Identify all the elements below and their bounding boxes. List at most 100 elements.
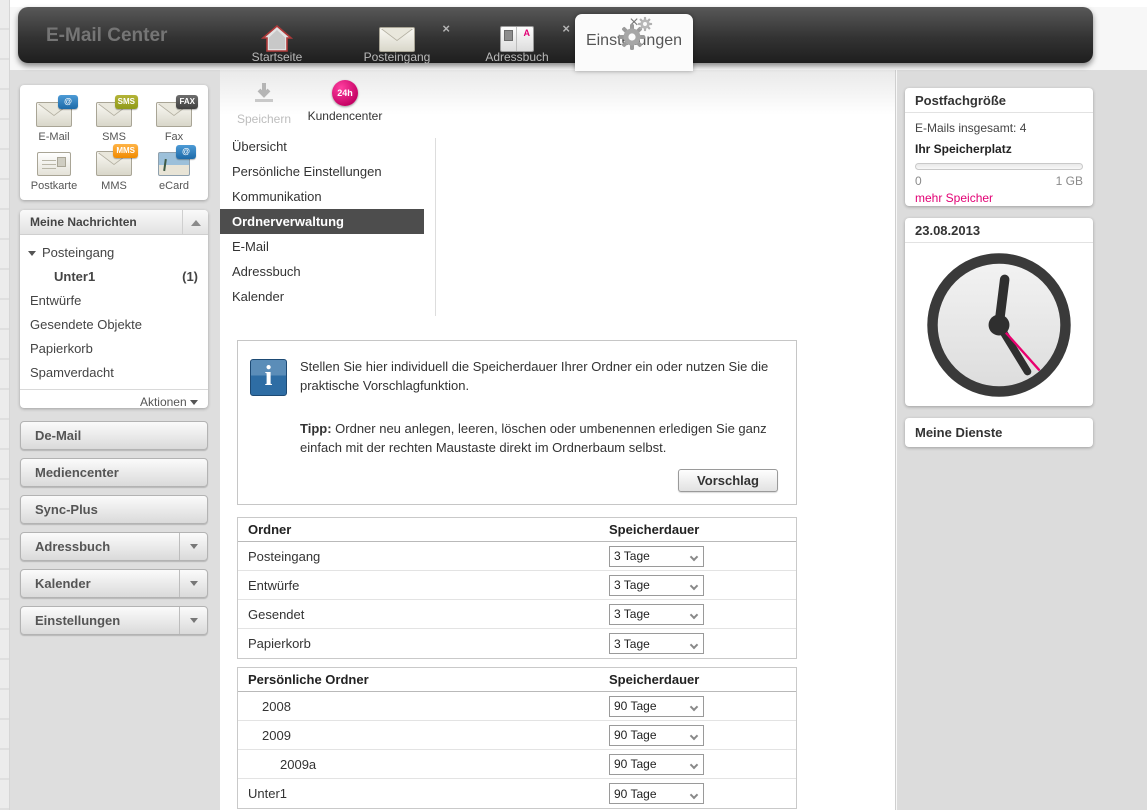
folder-name: Posteingang — [248, 548, 321, 564]
speicherdauer-select-2009[interactable]: 90 Tage — [609, 724, 704, 746]
unread-count: (1) — [182, 269, 198, 284]
table-row: 2009a 90 Tage — [238, 750, 796, 779]
arrow-down-icon — [190, 400, 198, 406]
mehr-speicher-link[interactable]: mehr Speicher — [915, 191, 1083, 205]
dropdown-toggle[interactable] — [179, 533, 207, 560]
tab-einstellungen-active[interactable]: × Einstellungen — [575, 14, 693, 71]
speicherdauer-select-entwuerfe[interactable]: 3 Tage — [609, 574, 704, 596]
column-header-persoenliche-ordner: Persönliche Ordner — [248, 672, 369, 687]
einstellungen-button[interactable]: Einstellungen — [20, 606, 208, 635]
speicherdauer-select[interactable]: 3 Tage — [609, 574, 704, 596]
compose-sms[interactable]: SMS SMS — [84, 93, 144, 143]
table-header: Ordner Speicherdauer — [238, 518, 796, 542]
speicherdauer-select-gesendet[interactable]: 3 Tage — [609, 603, 704, 625]
folder-name: Unter1 — [248, 786, 288, 801]
folder-name: Gesendet — [248, 606, 305, 622]
speicherdauer-select[interactable]: 90 Tage — [609, 753, 704, 775]
compose-postkarte[interactable]: Postkarte — [24, 143, 84, 192]
folder-posteingang[interactable]: Posteingang — [20, 241, 208, 265]
compose-email[interactable]: @ E-Mail — [24, 93, 84, 143]
collapse-panel-button[interactable] — [182, 210, 208, 235]
adressbuch-button[interactable]: Adressbuch — [20, 532, 208, 561]
compose-fax[interactable]: FAX Fax — [144, 93, 204, 143]
fax-icon: FAX — [156, 94, 198, 127]
kundencenter-label: Kundencenter — [307, 109, 383, 123]
app-title: E-Mail Center — [46, 25, 168, 46]
speicherdauer-select-2008[interactable]: 90 Tage — [609, 695, 704, 717]
kalender-button[interactable]: Kalender — [20, 569, 208, 598]
column-header-speicherdauer: Speicherdauer — [609, 672, 700, 687]
storage-progress-bar — [915, 163, 1083, 170]
speicherdauer-select[interactable]: 3 Tage — [609, 603, 704, 625]
speicherdauer-select-papierkorb[interactable]: 3 Tage — [609, 633, 704, 654]
nav-item-email[interactable]: E-Mail — [220, 234, 424, 259]
nav-item-kommunikation[interactable]: Kommunikation — [220, 184, 424, 209]
save-button[interactable]: Speichern — [234, 82, 294, 126]
date-label: 23.08.2013 — [905, 218, 1093, 243]
folder-name: 2009a — [280, 756, 317, 772]
info-tip: Tipp: Ordner neu anlegen, leeren, lösche… — [300, 419, 780, 457]
compose-ecard[interactable]: @ eCard — [144, 143, 204, 192]
storage-range: 0 1 GB — [915, 174, 1083, 188]
folder-unter1[interactable]: Unter1 (1) — [20, 265, 208, 289]
main-content-panel: Speichern 24h Kundencenter Übersicht Per… — [220, 70, 896, 810]
speicherdauer-select[interactable]: 90 Tage — [609, 724, 704, 746]
folder-name: 2008 — [262, 698, 291, 714]
nav-item-adressbuch[interactable]: Adressbuch — [220, 259, 424, 284]
folder-entwuerfe[interactable]: Entwürfe — [20, 289, 208, 313]
expander-icon[interactable] — [28, 251, 36, 256]
folder-spamverdacht[interactable]: Spamverdacht — [20, 361, 208, 385]
download-arrow-icon — [255, 83, 273, 102]
tab-startseite[interactable]: Startseite — [222, 14, 332, 70]
speicherdauer-select-posteingang[interactable]: 3 Tage — [609, 545, 704, 567]
mediencenter-button[interactable]: Mediencenter — [20, 458, 208, 487]
vorschlag-button[interactable]: Vorschlag — [678, 469, 778, 492]
kundencenter-button[interactable]: 24h Kundencenter — [302, 80, 388, 123]
range-min: 0 — [915, 174, 922, 188]
tab-label: Posteingang — [363, 50, 431, 64]
nav-item-uebersicht[interactable]: Übersicht — [220, 134, 424, 159]
panel-title: Meine Dienste — [915, 425, 1003, 440]
speicherdauer-select-2009a[interactable]: 90 Tage — [609, 753, 704, 775]
folder-tree: Posteingang Unter1 (1) Entwürfe Gesendete… — [20, 235, 208, 385]
nav-item-kalender[interactable]: Kalender — [220, 284, 424, 309]
tip-text: Ordner neu anlegen, leeren, löschen oder… — [300, 421, 767, 455]
range-max: 1 GB — [1055, 174, 1083, 188]
folder-name: Papierkorb — [248, 636, 311, 651]
arrow-up-icon — [191, 220, 201, 226]
table-row: Gesendet 3 Tage — [238, 600, 796, 629]
info-text: Stellen Sie hier individuell die Speiche… — [300, 359, 769, 393]
header-bar: E-Mail Center Startseite × Posteingang × — [18, 7, 1093, 64]
sms-icon: SMS — [96, 94, 138, 127]
speicherdauer-select[interactable]: 3 Tage — [609, 545, 704, 567]
tab-posteingang[interactable]: × Posteingang — [342, 14, 452, 70]
speicherdauer-select-unter1[interactable]: 90 Tage — [609, 783, 704, 804]
table-row: Entwürfe 3 Tage — [238, 571, 796, 600]
column-header-speicherdauer: Speicherdauer — [609, 522, 700, 537]
folder-gesendete-objekte[interactable]: Gesendete Objekte — [20, 313, 208, 337]
dropdown-toggle[interactable] — [179, 570, 207, 597]
speicherdauer-select[interactable]: 90 Tage — [609, 783, 704, 804]
folder-papierkorb[interactable]: Papierkorb — [20, 337, 208, 361]
dropdown-toggle[interactable] — [179, 607, 207, 634]
settings-nav: Übersicht Persönliche Einstellungen Komm… — [220, 134, 424, 309]
speicherdauer-select[interactable]: 3 Tage — [609, 633, 704, 654]
compose-mms[interactable]: MMS MMS — [84, 143, 144, 192]
tab-adressbuch[interactable]: × A Adressbuch — [462, 14, 572, 70]
column-header-ordner: Ordner — [248, 522, 292, 537]
demail-button[interactable]: De-Mail — [20, 421, 208, 450]
email-icon: @ — [36, 94, 78, 127]
panel-title: Postfachgröße — [905, 88, 1093, 113]
nav-item-ordnerverwaltung[interactable]: Ordnerverwaltung — [220, 209, 424, 234]
aktionen-dropdown[interactable]: Aktionen — [20, 389, 208, 413]
syncplus-button[interactable]: Sync-Plus — [20, 495, 208, 524]
personal-folders-table: Persönliche Ordner Speicherdauer 2008 90… — [237, 667, 797, 809]
nav-item-persoenliche-einstellungen[interactable]: Persönliche Einstellungen — [220, 159, 424, 184]
table-row: Papierkorb 3 Tage — [238, 629, 796, 658]
folder-name: Entwürfe — [248, 577, 300, 593]
meine-dienste-panel: Meine Dienste — [905, 418, 1093, 447]
addressbook-icon: A — [500, 26, 534, 52]
envelope-icon — [379, 26, 415, 52]
info-box: i Stellen Sie hier individuell die Speic… — [237, 340, 797, 505]
speicherdauer-select[interactable]: 90 Tage — [609, 695, 704, 717]
